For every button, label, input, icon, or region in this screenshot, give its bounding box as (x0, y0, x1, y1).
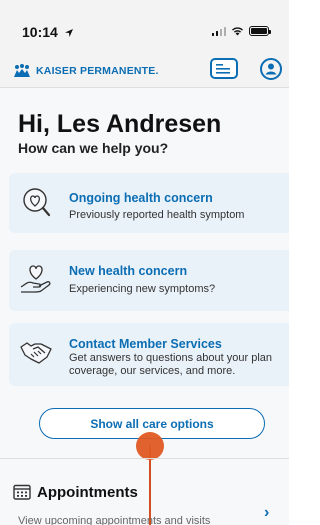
contact-member-services-title: Contact Member Services (69, 337, 222, 351)
greeting-heading: Hi, Les Andresen (18, 110, 222, 138)
status-time: 10:14 (22, 24, 74, 40)
status-bar: 10:14 (0, 0, 289, 52)
chevron-right-icon: › (264, 504, 270, 521)
app-header: KAISER PERMANENTE. (0, 52, 289, 88)
brand-name: KAISER PERMANENTE. (36, 65, 159, 77)
calendar-icon (13, 484, 31, 500)
account-icon (265, 63, 277, 75)
new-health-concern-card[interactable]: New health concern Experiencing new symp… (9, 250, 289, 311)
appointments-title: Appointments (37, 484, 138, 501)
battery-icon (249, 26, 271, 36)
ongoing-health-concern-description: Previously reported health symptom (69, 209, 245, 221)
appointments-row[interactable]: Appointments View upcoming appointments … (0, 470, 289, 525)
account-button[interactable] (260, 58, 282, 80)
section-divider (0, 458, 289, 459)
handshake-icon (20, 342, 52, 364)
wifi-icon (232, 27, 243, 36)
new-health-concern-description: Experiencing new symptoms? (69, 283, 216, 295)
new-health-concern-title: New health concern (69, 264, 188, 278)
member-card-button[interactable] (210, 58, 238, 79)
status-icons (211, 26, 271, 36)
tap-indicator-dot (136, 432, 164, 460)
app-screen: 10:14 KAISER PERMANENTE. Hi, Les Andrese… (0, 0, 289, 525)
member-card-icon (216, 64, 230, 74)
contact-member-services-description: Get answers to questions about your plan… (69, 352, 273, 377)
ongoing-health-concern-title: Ongoing health concern (69, 191, 213, 205)
kaiser-logo-icon (14, 64, 30, 77)
location-arrow-icon (64, 29, 73, 37)
contact-member-services-card[interactable]: Contact Member Services Get answers to q… (9, 323, 289, 386)
hand-heart-icon (20, 265, 51, 293)
ongoing-health-concern-card[interactable]: Ongoing health concern Previously report… (9, 173, 289, 233)
magnifier-heart-icon (23, 188, 51, 217)
brand-logo: KAISER PERMANENTE. (13, 64, 159, 78)
status-time-text: 10:14 (22, 24, 58, 40)
appointments-description: View upcoming appointments and visits (18, 515, 211, 525)
help-subheading: How can we help you? (18, 140, 169, 156)
cellular-signal-icon (211, 26, 226, 36)
